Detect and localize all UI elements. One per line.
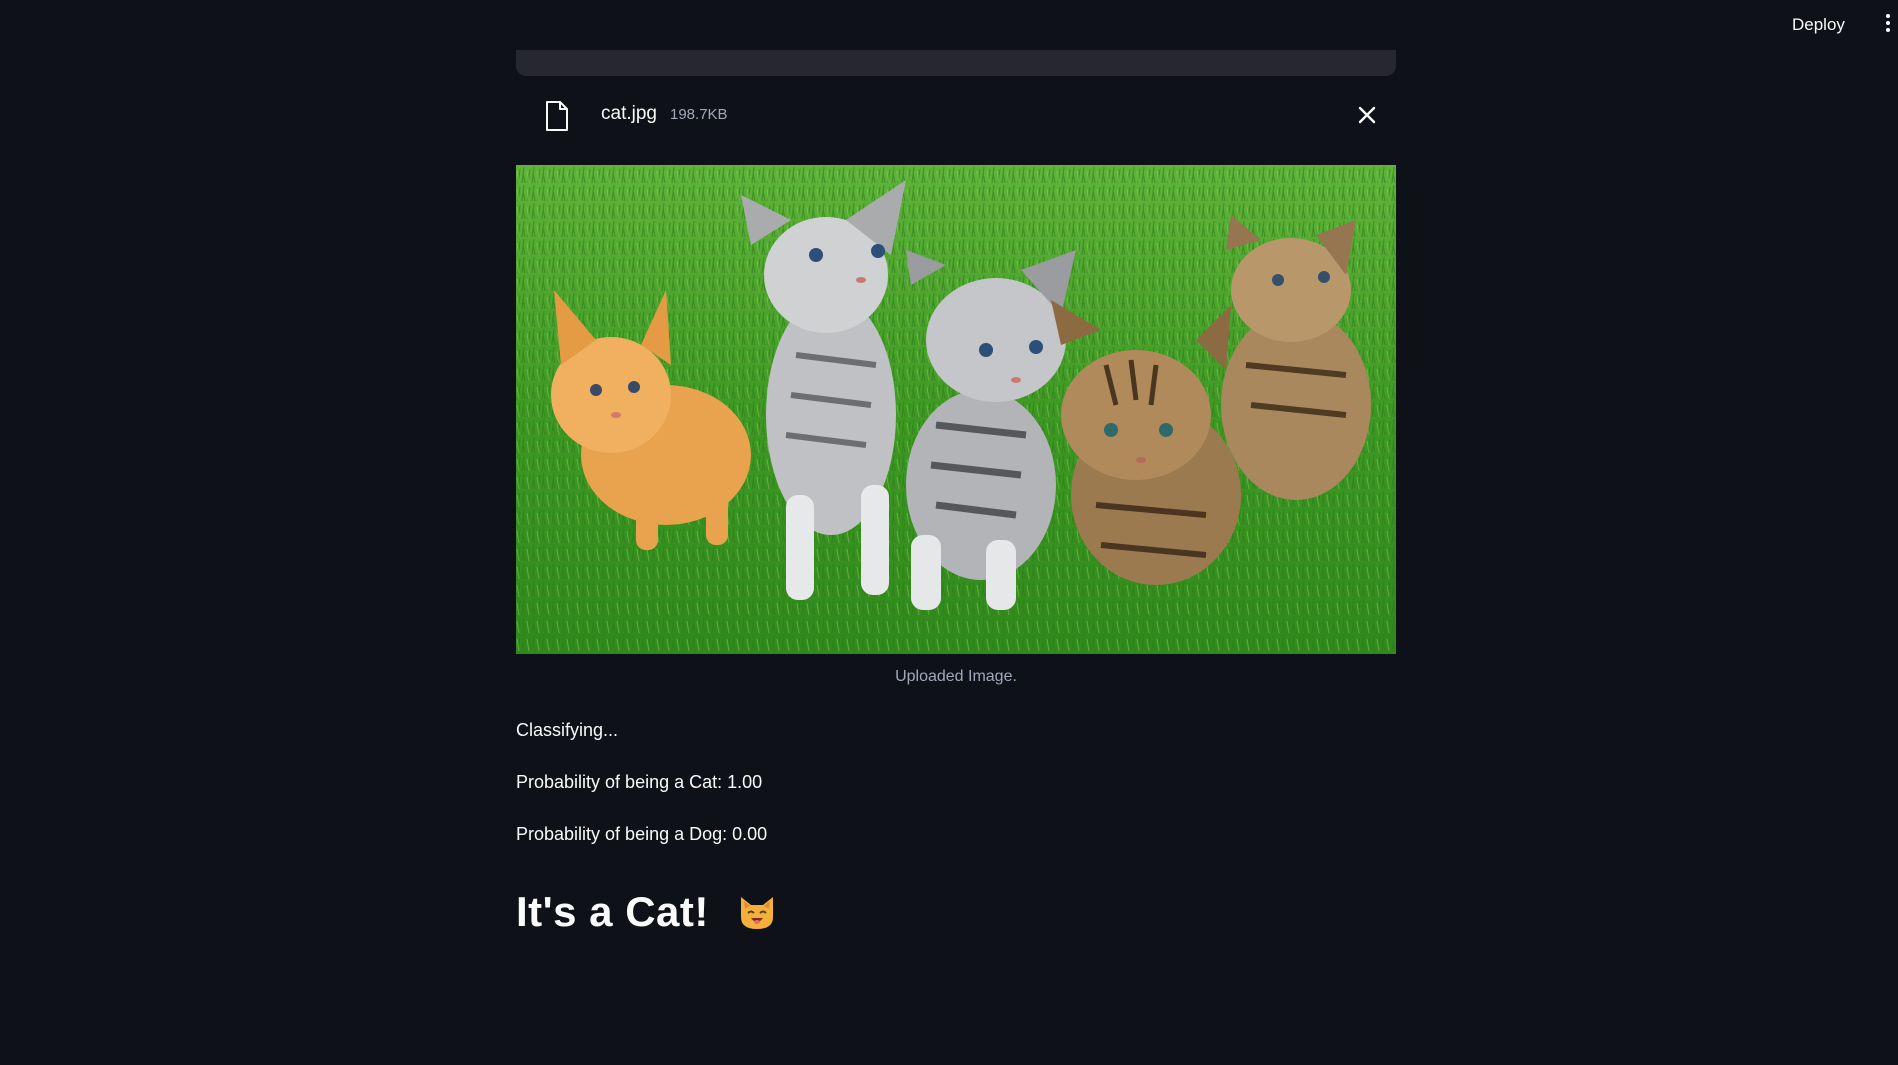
top-toolbar: Deploy (0, 0, 1898, 50)
dog-probability-text: Probability of being a Dog: 0.00 (516, 824, 768, 844)
deploy-button[interactable]: Deploy (1792, 12, 1845, 38)
cat-probability-text: Probability of being a Cat: 1.00 (516, 772, 763, 792)
result-heading: It's a Cat! (516, 888, 779, 937)
file-name: cat.jpg (601, 103, 657, 124)
cat-face-emoji (741, 896, 774, 929)
file-size: 198.7KB (670, 106, 728, 123)
result-heading-text: It's a Cat! (516, 888, 709, 935)
file-icon (546, 101, 568, 131)
image-caption: Uploaded Image. (895, 668, 1017, 685)
uploaded-image (516, 165, 1396, 654)
status-text: Classifying... (516, 720, 619, 740)
uploaded-file-row: cat.jpg 198.7KB (516, 90, 1396, 140)
kittens-photo (516, 165, 1396, 654)
file-dropzone[interactable] (516, 50, 1396, 76)
main-menu-button[interactable] (1884, 14, 1892, 36)
close-icon[interactable] (1353, 101, 1381, 129)
vertical-dots-icon (1886, 14, 1890, 18)
